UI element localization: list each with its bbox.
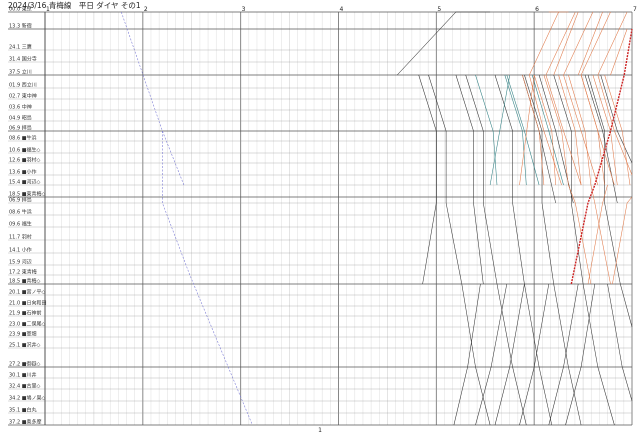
station-label: 06.9 拝島: [9, 125, 32, 132]
hour-label: 6: [535, 6, 539, 13]
page-number: 1: [318, 427, 322, 434]
local-train-path[interactable]: [548, 283, 579, 426]
station-label: 00.0 東京: [9, 6, 32, 13]
express-train-path[interactable]: [597, 11, 633, 176]
station-label: 02.7 東中神: [9, 93, 37, 100]
hour-label: 3: [242, 6, 246, 13]
station-label: 34.2 ■鳩ノ巣◇: [9, 395, 45, 402]
station-label: 18.5 ■東青梅◇: [9, 191, 45, 198]
station-label: 24.1 三鷹: [9, 44, 32, 51]
local-train-path[interactable]: [475, 283, 508, 426]
freight-train-path[interactable]: [121, 11, 185, 186]
express-train-path[interactable]: [604, 74, 631, 186]
express-train-path[interactable]: [612, 196, 633, 285]
local-train-path[interactable]: [465, 74, 527, 426]
station-label: 20.1 ■宮ノ平◇: [9, 289, 45, 296]
express-train-path[interactable]: [519, 74, 535, 186]
station-label: 08.6 ■牛浜: [9, 135, 36, 142]
station-labels: 00.0 東京 13.3 新宿 24.1 三鷹 31.4 国分寺 37.5 立川 01.9…: [9, 6, 46, 426]
station-label: 23.9 ■軍畑: [9, 331, 36, 338]
time-grid: [44, 12, 633, 425]
express-train-path[interactable]: [568, 74, 611, 285]
local-train-path[interactable]: [418, 74, 437, 285]
rapid-train-path[interactable]: [504, 74, 527, 186]
station-label: 37.2 ■奥多摩: [9, 419, 41, 426]
station-label: 11.7 羽村: [9, 234, 32, 241]
station-label: 30.1 ■川井: [9, 372, 36, 379]
station-label: 14.1 小作: [9, 247, 32, 254]
express-train-path[interactable]: [553, 11, 579, 76]
express-train-path[interactable]: [558, 74, 582, 186]
hour-label: 7: [633, 6, 637, 13]
express-train-path[interactable]: [580, 11, 615, 186]
train-diagram[interactable]: 00.0 東京 13.3 新宿 24.1 三鷹 31.4 国分寺 37.5 立川 01.9…: [0, 0, 640, 435]
local-train-path[interactable]: [396, 11, 491, 76]
station-label: 37.5 立川: [9, 69, 32, 76]
station-label: 21.0 ■日向和田: [9, 300, 46, 307]
station-label: 10.6 ■福生◇: [9, 147, 40, 154]
station-label: 23.0 ■二俣尾◇: [9, 321, 45, 328]
local-train-path[interactable]: [565, 283, 596, 426]
local-train-path[interactable]: [428, 74, 491, 426]
express-train-path[interactable]: [522, 74, 545, 186]
station-label: 17.2 東青梅: [9, 269, 37, 276]
rapid-train-path[interactable]: [475, 74, 498, 186]
station-label: 15.4 ■河辺◇: [9, 179, 40, 186]
local-train-path[interactable]: [607, 283, 633, 402]
station-label: 01.9 西立川: [9, 82, 37, 89]
station-label: 04.9 昭島: [9, 115, 32, 122]
station-label: 35.1 ■白丸: [9, 407, 36, 414]
station-label: 13.6 ■小作: [9, 169, 36, 176]
hour-label: 4: [340, 6, 344, 13]
station-label: 09.6 福生: [9, 221, 32, 228]
station-label: 06.9 拝島: [9, 197, 32, 204]
station-label: 27.2 ■御嶽◇: [9, 361, 40, 368]
station-label: 18.5 ■青梅◇: [9, 278, 40, 285]
express-train-path[interactable]: [592, 74, 618, 186]
hour-label: 5: [437, 6, 441, 13]
station-label: 13.3 新宿: [9, 23, 32, 30]
station-label: 12.6 ■羽村◇: [9, 157, 40, 164]
hour-label: 2: [144, 6, 148, 13]
train-paths[interactable]: [121, 11, 633, 426]
express-train-path[interactable]: [610, 28, 628, 76]
station-label: 32.4 ■古里◇: [9, 383, 40, 390]
hour-label: 1: [46, 6, 50, 13]
express-train-path[interactable]: [533, 74, 556, 186]
station-label: 31.4 国分寺: [9, 56, 37, 63]
station-label: 21.9 ■石神前: [9, 310, 41, 317]
local-train-path[interactable]: [584, 74, 618, 204]
station-label: 15.9 河辺: [9, 259, 32, 266]
local-train-path[interactable]: [455, 74, 484, 285]
station-label: 08.6 牛浜: [9, 209, 32, 216]
station-label: 25.1 ■沢井◇: [9, 342, 40, 349]
station-label: 03.6 中神: [9, 104, 32, 111]
express-train-path[interactable]: [577, 11, 603, 76]
local-train-path[interactable]: [453, 283, 481, 426]
